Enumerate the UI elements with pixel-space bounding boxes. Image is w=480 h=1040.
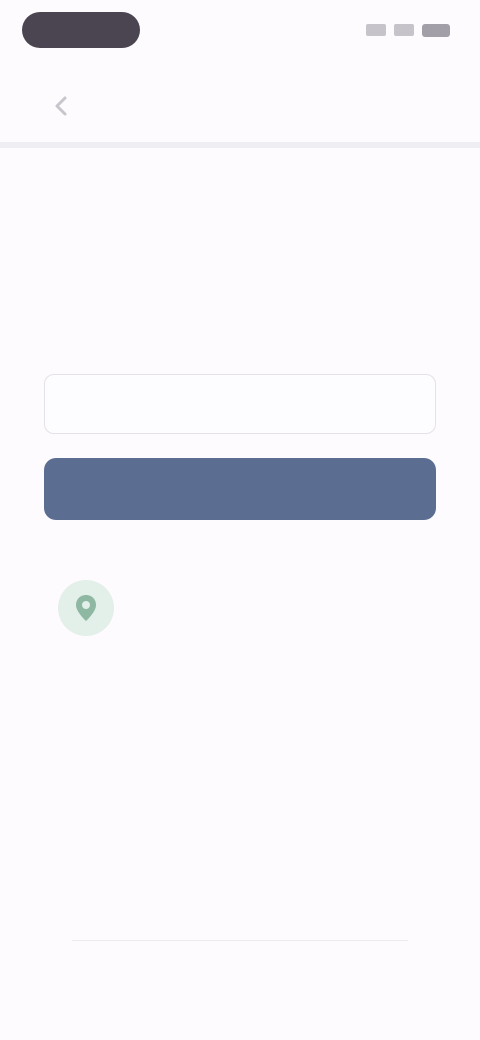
top-divider: [0, 142, 480, 148]
info-icon-badge: [58, 580, 114, 636]
map-pin-icon: [76, 595, 96, 621]
status-icons: [366, 20, 450, 40]
info-card: [44, 562, 440, 658]
continue-button[interactable]: [44, 458, 436, 520]
status-time: [22, 12, 140, 48]
top-bar: [0, 70, 480, 142]
wifi-icon: [394, 24, 414, 36]
state-input[interactable]: [44, 374, 436, 434]
page-title: [150, 86, 330, 124]
chevron-left-icon: [55, 96, 67, 116]
status-bar: [0, 0, 480, 64]
footer-divider: [72, 940, 408, 941]
signal-icon: [366, 24, 386, 36]
back-button[interactable]: [40, 84, 84, 128]
battery-icon: [422, 23, 450, 37]
